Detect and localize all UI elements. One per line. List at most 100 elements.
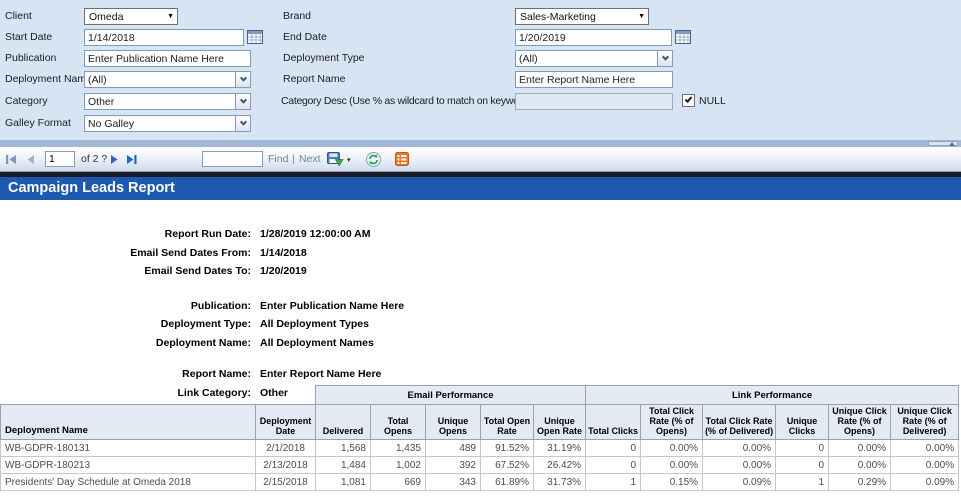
info-row: Publication:Enter Publication Name Here — [0, 297, 961, 316]
first-page-button[interactable] — [6, 155, 17, 164]
null-checkbox-label: NULL — [699, 95, 726, 107]
report-info: Report Run Date:1/28/2019 12:00:00 AM Em… — [0, 200, 961, 402]
refresh-button[interactable] — [366, 152, 381, 167]
table-cell: 0.00% — [703, 440, 776, 457]
combo-dropdown-button[interactable] — [235, 71, 251, 88]
table-cell: 0.09% — [703, 474, 776, 491]
find-next-separator: | — [292, 153, 295, 165]
export-button[interactable] — [327, 152, 344, 167]
info-value: 1/14/2018 — [260, 247, 307, 259]
galley-format-combo[interactable] — [84, 115, 251, 132]
deployment-name-combo[interactable] — [84, 71, 251, 88]
page-title: Campaign Leads Report — [0, 177, 961, 200]
category-desc-input[interactable] — [515, 93, 673, 110]
category-value[interactable] — [84, 93, 235, 110]
select-arrow-icon: ▼ — [638, 13, 645, 20]
data-feed-button[interactable] — [395, 152, 409, 166]
collapse-parameters-button[interactable] — [928, 141, 958, 146]
chevron-down-icon — [239, 119, 246, 126]
first-page-icon — [6, 155, 17, 164]
calendar-icon — [675, 29, 692, 45]
page-number-input[interactable] — [45, 151, 75, 167]
refresh-icon — [366, 152, 381, 167]
galley-format-value[interactable] — [84, 115, 235, 132]
end-date-input[interactable] — [515, 29, 672, 46]
table-row: Presidents' Day Schedule at Omeda 20182/… — [1, 474, 959, 491]
table-cell: 0.00% — [641, 440, 703, 457]
next-page-button[interactable] — [110, 155, 118, 164]
publication-input[interactable] — [84, 50, 251, 67]
chevron-down-icon — [661, 54, 668, 61]
info-label: Publication: — [0, 297, 251, 316]
table-cell: 1,484 — [316, 457, 371, 474]
table-header-row: Deployment Name Deployment Date Delivere… — [1, 405, 959, 440]
info-value: All Deployment Types — [260, 318, 369, 330]
check-icon — [685, 95, 693, 103]
data-feed-icon — [395, 152, 409, 166]
table-cell: 0 — [586, 457, 641, 474]
chevron-down-icon: ▾ — [347, 157, 351, 164]
group-header-blank — [1, 386, 316, 405]
table-cell: 489 — [426, 440, 481, 457]
table-cell: 669 — [371, 474, 426, 491]
last-page-button[interactable] — [126, 155, 137, 164]
table-cell: 2/15/2018 — [256, 474, 316, 491]
deployment-name-value[interactable] — [84, 71, 235, 88]
table-cell: 0.00% — [703, 457, 776, 474]
column-header: Total Click Rate (% of Delivered) — [703, 405, 776, 440]
column-header: Total Click Rate (% of Opens) — [641, 405, 703, 440]
null-checkbox[interactable] — [682, 94, 695, 107]
info-label: Deployment Type: — [0, 315, 251, 334]
info-label: Deployment Name: — [0, 334, 251, 353]
table-cell: 26.42% — [534, 457, 586, 474]
column-header: Unique Clicks — [776, 405, 829, 440]
export-dropdown-button[interactable]: ▾ — [347, 157, 351, 164]
combo-dropdown-button[interactable] — [657, 50, 673, 67]
info-row: Deployment Type: All Deployment Types — [0, 315, 961, 334]
table-cell: 1,081 — [316, 474, 371, 491]
info-row: Report Run Date:1/28/2019 12:00:00 AM — [0, 225, 961, 244]
save-export-icon — [327, 152, 344, 167]
table-cell: 0.29% — [829, 474, 891, 491]
start-date-input[interactable] — [84, 29, 244, 46]
column-header: Deployment Name — [1, 405, 256, 440]
info-row: Report Name:Enter Report Name Here — [0, 365, 961, 384]
deployment-type-combo[interactable] — [515, 50, 673, 67]
combo-dropdown-button[interactable] — [235, 115, 251, 132]
start-date-label: Start Date — [5, 29, 52, 46]
table-cell: 1 — [776, 474, 829, 491]
report-name-input[interactable] — [515, 71, 673, 88]
client-select[interactable]: Omeda ▼ — [84, 8, 178, 25]
category-desc-label: Category Desc (Use % as wildcard to matc… — [281, 93, 531, 110]
info-label: Email Send Dates From: — [0, 244, 251, 263]
table-cell: 0 — [776, 457, 829, 474]
table-cell: 61.89% — [481, 474, 534, 491]
page-count-label: of 2 ? — [81, 153, 107, 165]
publication-label: Publication — [5, 50, 56, 67]
find-input[interactable] — [202, 151, 263, 167]
deployment-type-value[interactable] — [515, 50, 657, 67]
category-label: Category — [5, 93, 48, 110]
combo-dropdown-button[interactable] — [235, 93, 251, 110]
galley-format-label: Galley Format — [5, 115, 71, 132]
last-page-icon — [126, 155, 137, 164]
find-next-link[interactable]: Next — [299, 153, 321, 165]
table-group-header-row: Email Performance Link Performance — [1, 386, 959, 405]
deployment-name-label: Deployment Name — [5, 71, 92, 88]
info-value: 1/20/2019 — [260, 265, 307, 277]
previous-page-button[interactable] — [27, 155, 35, 164]
group-header-link-performance: Link Performance — [586, 386, 959, 405]
table-cell: 0.00% — [891, 440, 959, 457]
brand-select[interactable]: Sales-Marketing ▼ — [515, 8, 649, 25]
previous-page-icon — [27, 155, 35, 164]
table-cell: 0 — [586, 440, 641, 457]
table-cell: 0.00% — [641, 457, 703, 474]
table-cell: 2/13/2018 — [256, 457, 316, 474]
column-header: Unique Click Rate (% of Delivered) — [891, 405, 959, 440]
end-date-calendar-button[interactable] — [675, 29, 692, 45]
find-link[interactable]: Find — [268, 153, 288, 165]
start-date-calendar-button[interactable] — [247, 29, 264, 45]
table-cell: 0.15% — [641, 474, 703, 491]
category-combo[interactable] — [84, 93, 251, 110]
report-title-bar: Campaign Leads Report — [0, 177, 961, 200]
